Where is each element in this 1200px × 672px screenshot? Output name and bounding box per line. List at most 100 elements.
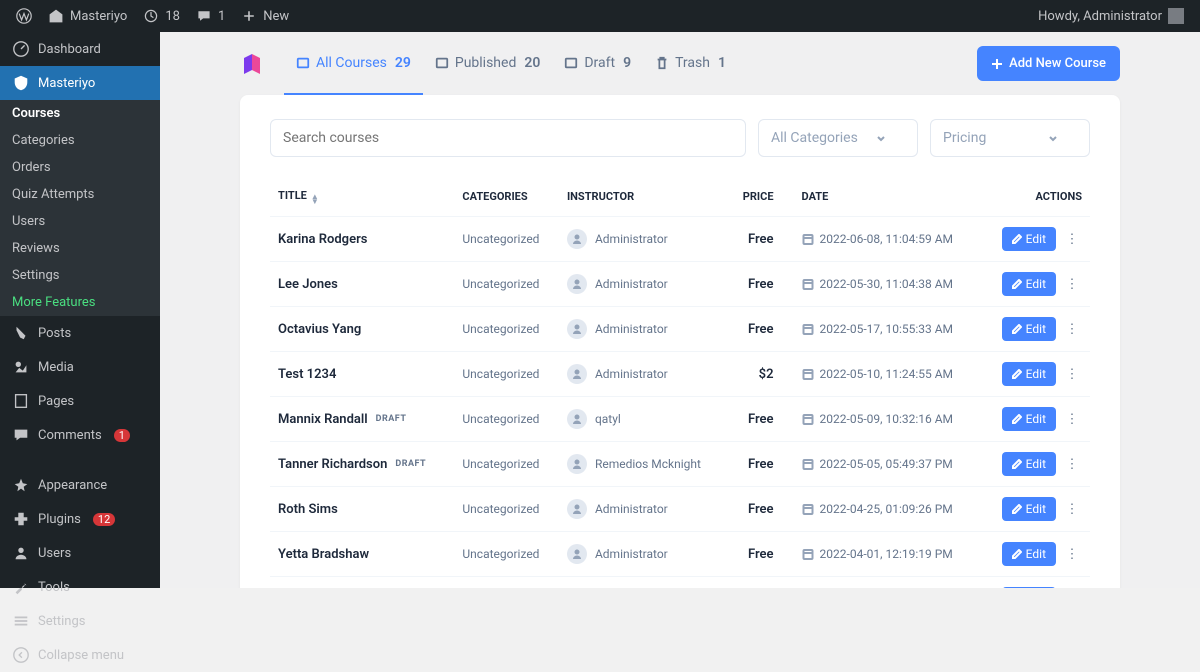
sidebar-item-dashboard[interactable]: Dashboard [0,32,160,66]
sidebar-item-settings[interactable]: Settings [0,604,160,638]
wp-logo[interactable] [8,0,40,32]
sidebar-item-appearance[interactable]: Appearance [0,468,160,502]
sub-reviews[interactable]: Reviews [0,235,160,262]
sub-categories[interactable]: Categories [0,127,160,154]
instructor-name: Administrator [595,367,668,381]
tab-trash[interactable]: Trash1 [643,32,738,95]
table-row: Karina Rodgers Uncategorized Administrat… [270,217,1090,262]
plugins-badge: 12 [93,513,115,526]
calendar-icon [802,278,814,290]
instructor-name: Administrator [595,322,668,336]
edit-button[interactable]: Edit [1002,452,1056,476]
more-actions-button[interactable]: ⋮ [1062,319,1082,339]
tab-count: 29 [395,55,411,71]
course-title[interactable]: Roth Sims [278,502,446,517]
edit-icon [1012,234,1022,244]
sidebar-submenu: Courses Categories Orders Quiz Attempts … [0,100,160,316]
more-actions-button[interactable]: ⋮ [1062,454,1082,474]
sidebar-item-media[interactable]: Media [0,350,160,384]
edit-button[interactable]: Edit [1002,317,1056,341]
course-title[interactable]: Yetta Bradshaw [278,547,446,562]
sub-courses[interactable]: Courses [0,100,160,127]
more-actions-button[interactable]: ⋮ [1062,499,1082,519]
more-actions-button[interactable]: ⋮ [1062,364,1082,384]
col-instructor: INSTRUCTOR [559,177,728,217]
avatar-icon [567,499,587,519]
sidebar-label: Plugins [38,512,81,527]
sidebar-item-masteriyo[interactable]: Masteriyo [0,66,160,100]
site-name-text: Masteriyo [70,9,127,24]
instructor-name: Administrator [595,232,668,246]
sub-quiz[interactable]: Quiz Attempts [0,181,160,208]
tab-published[interactable]: Published20 [423,32,552,95]
instructor-cell: Administrator [567,499,720,519]
updates-link[interactable]: 18 [135,0,188,32]
new-link[interactable]: New [233,0,297,32]
sidebar-collapse[interactable]: Collapse menu [0,638,160,672]
add-new-course-button[interactable]: Add New Course [977,46,1120,81]
edit-button[interactable]: Edit [1002,362,1056,386]
instructor-name: Administrator [595,547,668,561]
tab-draft[interactable]: Draft9 [552,32,643,95]
sidebar-item-posts[interactable]: Posts [0,316,160,350]
date-cell: 2022-04-01, 12:19:19 PM [802,547,974,561]
date-text: 2022-05-09, 10:32:16 AM [820,412,953,426]
course-title[interactable]: Test 1234 [278,367,446,382]
table-row: Test 1234 Uncategorized Administrator $2… [270,352,1090,397]
course-title[interactable]: Tanner Richardson DRAFT [278,457,446,472]
admin-bar: Masteriyo 18 1 New Howdy, Administrator [0,0,1200,32]
date-cell: 2022-06-08, 11:04:59 AM [802,232,974,246]
sidebar-item-users[interactable]: Users [0,536,160,570]
select-value: Pricing [943,130,986,146]
category-text: Uncategorized [462,367,539,381]
price-text: Free [748,232,774,247]
edit-icon [1012,459,1022,469]
calendar-icon [802,548,814,560]
sub-settings[interactable]: Settings [0,262,160,289]
site-name-link[interactable]: Masteriyo [40,0,135,32]
updates-count: 18 [165,9,180,24]
edit-button[interactable]: Edit [1002,407,1056,431]
more-actions-button[interactable]: ⋮ [1062,544,1082,564]
edit-button[interactable]: Edit [1002,272,1056,296]
course-title[interactable]: Mannix Randall DRAFT [278,412,446,427]
sidebar-label: Collapse menu [38,648,124,663]
sub-orders[interactable]: Orders [0,154,160,181]
edit-button[interactable]: Edit [1002,227,1056,251]
pricing-select[interactable]: Pricing [930,119,1090,157]
new-text: New [263,9,289,24]
sub-users[interactable]: Users [0,208,160,235]
course-title[interactable]: Lee Jones [278,277,446,292]
table-row: Roth Sims Uncategorized Administrator Fr… [270,487,1090,532]
comments-link[interactable]: 1 [188,0,233,32]
more-actions-button[interactable]: ⋮ [1062,229,1082,249]
calendar-icon [802,368,814,380]
course-title[interactable]: Karina Rodgers [278,232,446,247]
more-actions-button[interactable]: ⋮ [1062,409,1082,429]
edit-button[interactable]: Edit [1002,497,1056,521]
page-header: All Courses29 Published20 Draft9 Trash1 … [240,32,1120,95]
sidebar-item-plugins[interactable]: Plugins 12 [0,502,160,536]
more-actions-button[interactable]: ⋮ [1062,274,1082,294]
edit-label: Edit [1026,232,1046,246]
sidebar-item-comments[interactable]: Comments1 [0,418,160,452]
sidebar-label: Dashboard [38,42,101,57]
sidebar-item-tools[interactable]: Tools [0,570,160,604]
course-title[interactable]: Octavius Yang [278,322,446,337]
sidebar-item-pages[interactable]: Pages [0,384,160,418]
edit-button[interactable]: Edit [1002,542,1056,566]
category-text: Uncategorized [462,547,539,561]
calendar-icon [802,323,814,335]
user-greeting[interactable]: Howdy, Administrator [1030,0,1192,32]
date-text: 2022-04-25, 01:09:26 PM [820,502,953,516]
category-text: Uncategorized [462,232,539,246]
col-title[interactable]: TITLE▲▼ [270,177,454,217]
edit-icon [1012,504,1022,514]
comments-badge: 1 [114,429,130,442]
user-avatar-icon [1168,8,1184,24]
sub-more-features[interactable]: More Features [0,289,160,316]
tab-all-courses[interactable]: All Courses29 [284,32,423,95]
categories-select[interactable]: All Categories [758,119,918,157]
courses-card: All Categories Pricing TITLE▲▼ CATEGORIE… [240,95,1120,588]
search-input[interactable] [270,119,746,157]
